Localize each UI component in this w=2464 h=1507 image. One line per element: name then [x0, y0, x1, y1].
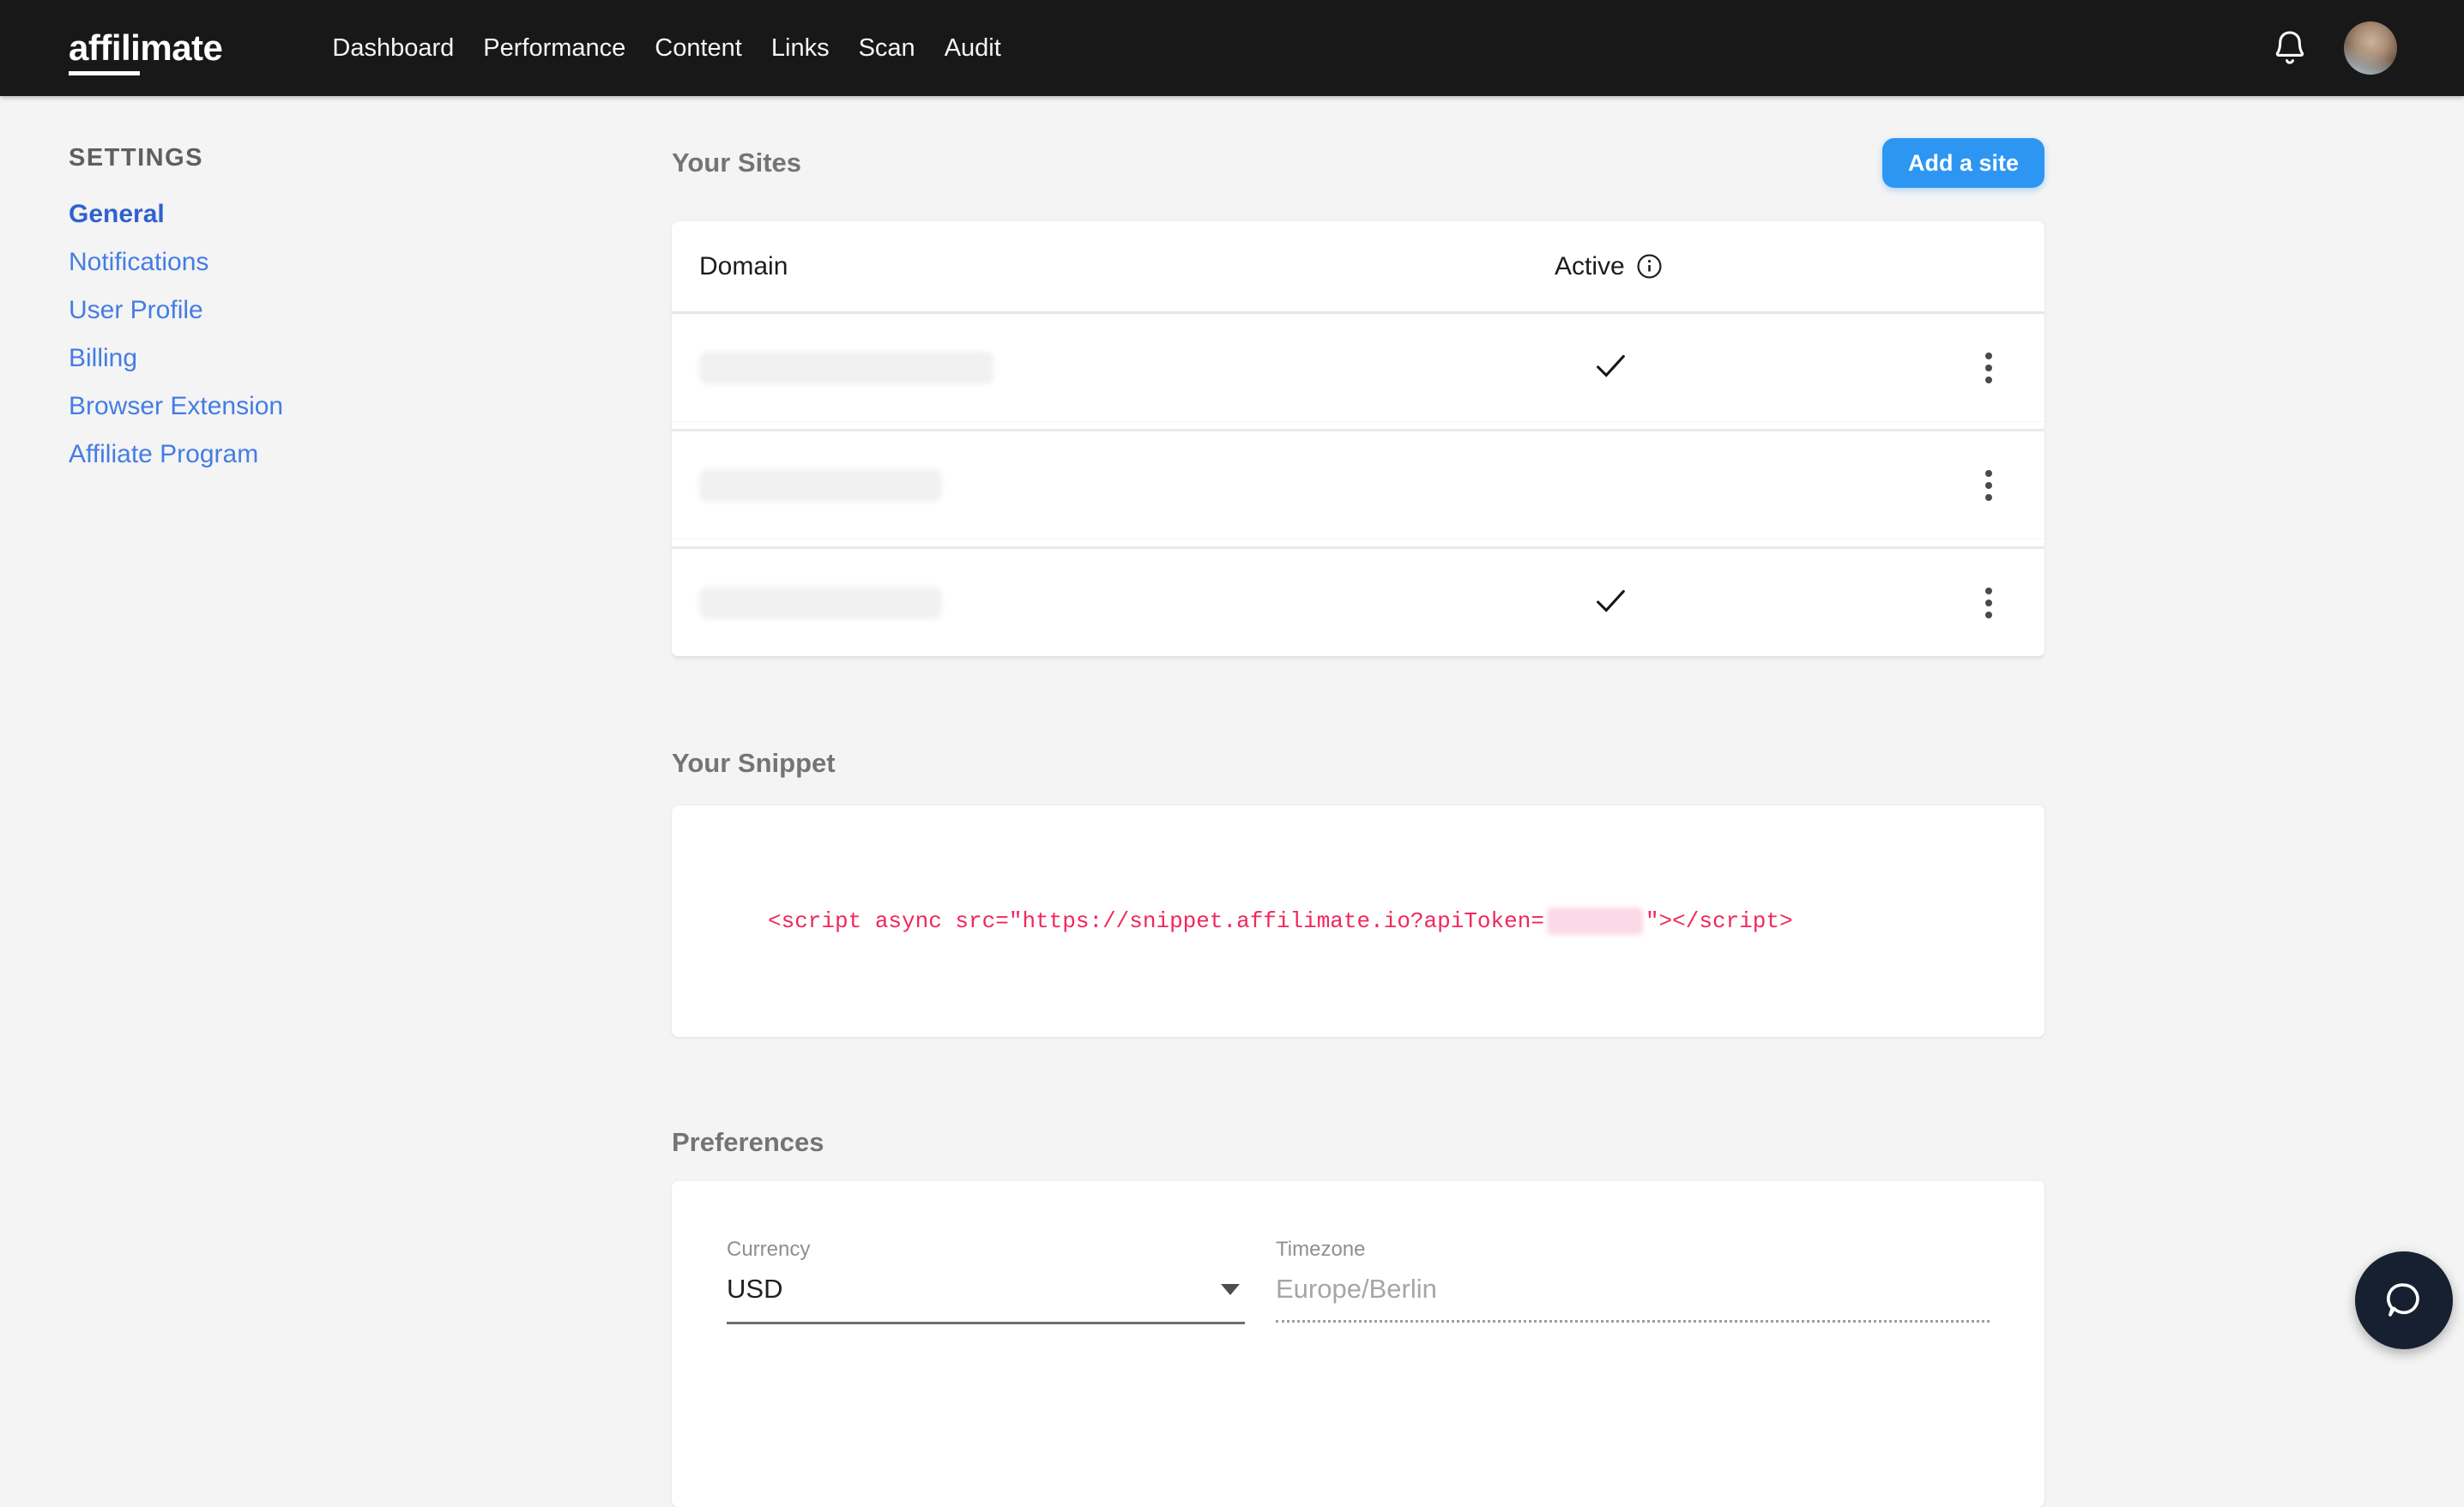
site-table-row	[672, 431, 2044, 539]
column-header-domain: Domain	[699, 251, 788, 280]
domain-redacted-pill	[699, 351, 993, 384]
row-menu-kebab-button[interactable]	[1973, 341, 2004, 395]
preferences-title: Preferences	[672, 1127, 824, 1157]
preferences-card: Currency USD Timezone	[672, 1181, 2044, 1507]
sidebar-menu: General Notifications User Profile Billi…	[69, 190, 672, 479]
timezone-input[interactable]	[1276, 1274, 1990, 1323]
sidebar-item-user-profile[interactable]: User Profile	[69, 286, 672, 335]
domain-redacted-pill	[699, 586, 942, 619]
site-table-row	[672, 549, 2044, 656]
sites-header: Your Sites Add a site	[672, 137, 2044, 189]
active-cell	[1555, 463, 1932, 507]
active-check-icon	[1597, 589, 1625, 612]
currency-label: Currency	[727, 1238, 811, 1261]
chat-fab-button[interactable]	[2355, 1251, 2453, 1349]
timezone-label: Timezone	[1276, 1238, 1366, 1261]
snippet-title: Your Snippet	[672, 748, 836, 778]
nav-item-performance[interactable]: Performance	[483, 34, 625, 63]
notifications-bell-button[interactable]	[2270, 28, 2310, 68]
column-header-active-label: Active	[1555, 251, 1625, 280]
row-divider	[672, 421, 2044, 431]
caret-down-icon	[1221, 1283, 1240, 1295]
row-menu-kebab-button[interactable]	[1973, 458, 2004, 513]
timezone-field: Timezone	[1276, 1238, 1990, 1324]
sites-table-header: Domain Active	[672, 221, 2044, 314]
api-token-redacted-pill	[1546, 907, 1643, 935]
sites-title: Your Sites	[672, 148, 802, 178]
nav-item-audit[interactable]: Audit	[945, 34, 1001, 63]
nav-item-content[interactable]: Content	[655, 34, 742, 63]
sites-table-rows	[672, 314, 2044, 656]
nav-item-dashboard[interactable]: Dashboard	[332, 34, 454, 63]
chat-bubble-icon	[2386, 1283, 2419, 1317]
topnav-right	[2270, 21, 2397, 75]
sidebar-item-affiliate-program[interactable]: Affiliate Program	[69, 431, 672, 479]
main-content: Your Sites Add a site Domain Active Your…	[672, 96, 2044, 1507]
snippet-card: <script async src="https://snippet.affil…	[672, 805, 2044, 1037]
snippet-code-before: <script async src="https://snippet.affil…	[768, 907, 1544, 934]
active-cell	[1555, 346, 1932, 389]
currency-value: USD	[727, 1274, 783, 1304]
row-divider	[672, 539, 2044, 549]
preferences-fields: Currency USD Timezone	[727, 1238, 2044, 1324]
active-info-button[interactable]	[1636, 253, 1663, 280]
site-table-row	[672, 314, 2044, 421]
bell-icon	[2275, 31, 2304, 64]
sidebar-item-billing[interactable]: Billing	[69, 335, 672, 383]
info-icon	[1637, 254, 1662, 279]
active-cell	[1555, 581, 1932, 624]
sidebar-heading: SETTINGS	[69, 144, 204, 172]
page-layout: SETTINGS General Notifications User Prof…	[0, 96, 2464, 1507]
sidebar-item-browser-extension[interactable]: Browser Extension	[69, 383, 672, 431]
sidebar-item-notifications[interactable]: Notifications	[69, 238, 672, 286]
snippet-code-after: "></script>	[1645, 907, 1793, 934]
nav-menu: Dashboard Performance Content Links Scan…	[332, 34, 1000, 63]
column-header-active: Active	[1555, 252, 1932, 281]
active-check-icon	[1597, 354, 1625, 377]
user-avatar[interactable]	[2344, 21, 2397, 75]
row-menu-kebab-button[interactable]	[1973, 576, 2004, 630]
snippet-code: <script async src="https://snippet.affil…	[768, 907, 1793, 935]
logo-text-rest: mate	[140, 27, 223, 68]
add-site-button[interactable]: Add a site	[1881, 138, 2044, 188]
logo-text-underlined: affili	[69, 27, 141, 75]
affilimate-logo[interactable]: affilimate	[69, 27, 223, 75]
currency-select[interactable]: USD	[727, 1274, 1245, 1324]
settings-sidebar: SETTINGS General Notifications User Prof…	[0, 96, 672, 1507]
nav-item-scan[interactable]: Scan	[859, 34, 915, 63]
nav-item-links[interactable]: Links	[771, 34, 830, 63]
top-navigation: affilimate Dashboard Performance Content…	[0, 0, 2464, 96]
domain-redacted-pill	[699, 468, 942, 502]
sidebar-item-general[interactable]: General	[69, 190, 672, 238]
sites-table-card: Domain Active	[672, 221, 2044, 658]
currency-field: Currency USD	[727, 1238, 1245, 1324]
